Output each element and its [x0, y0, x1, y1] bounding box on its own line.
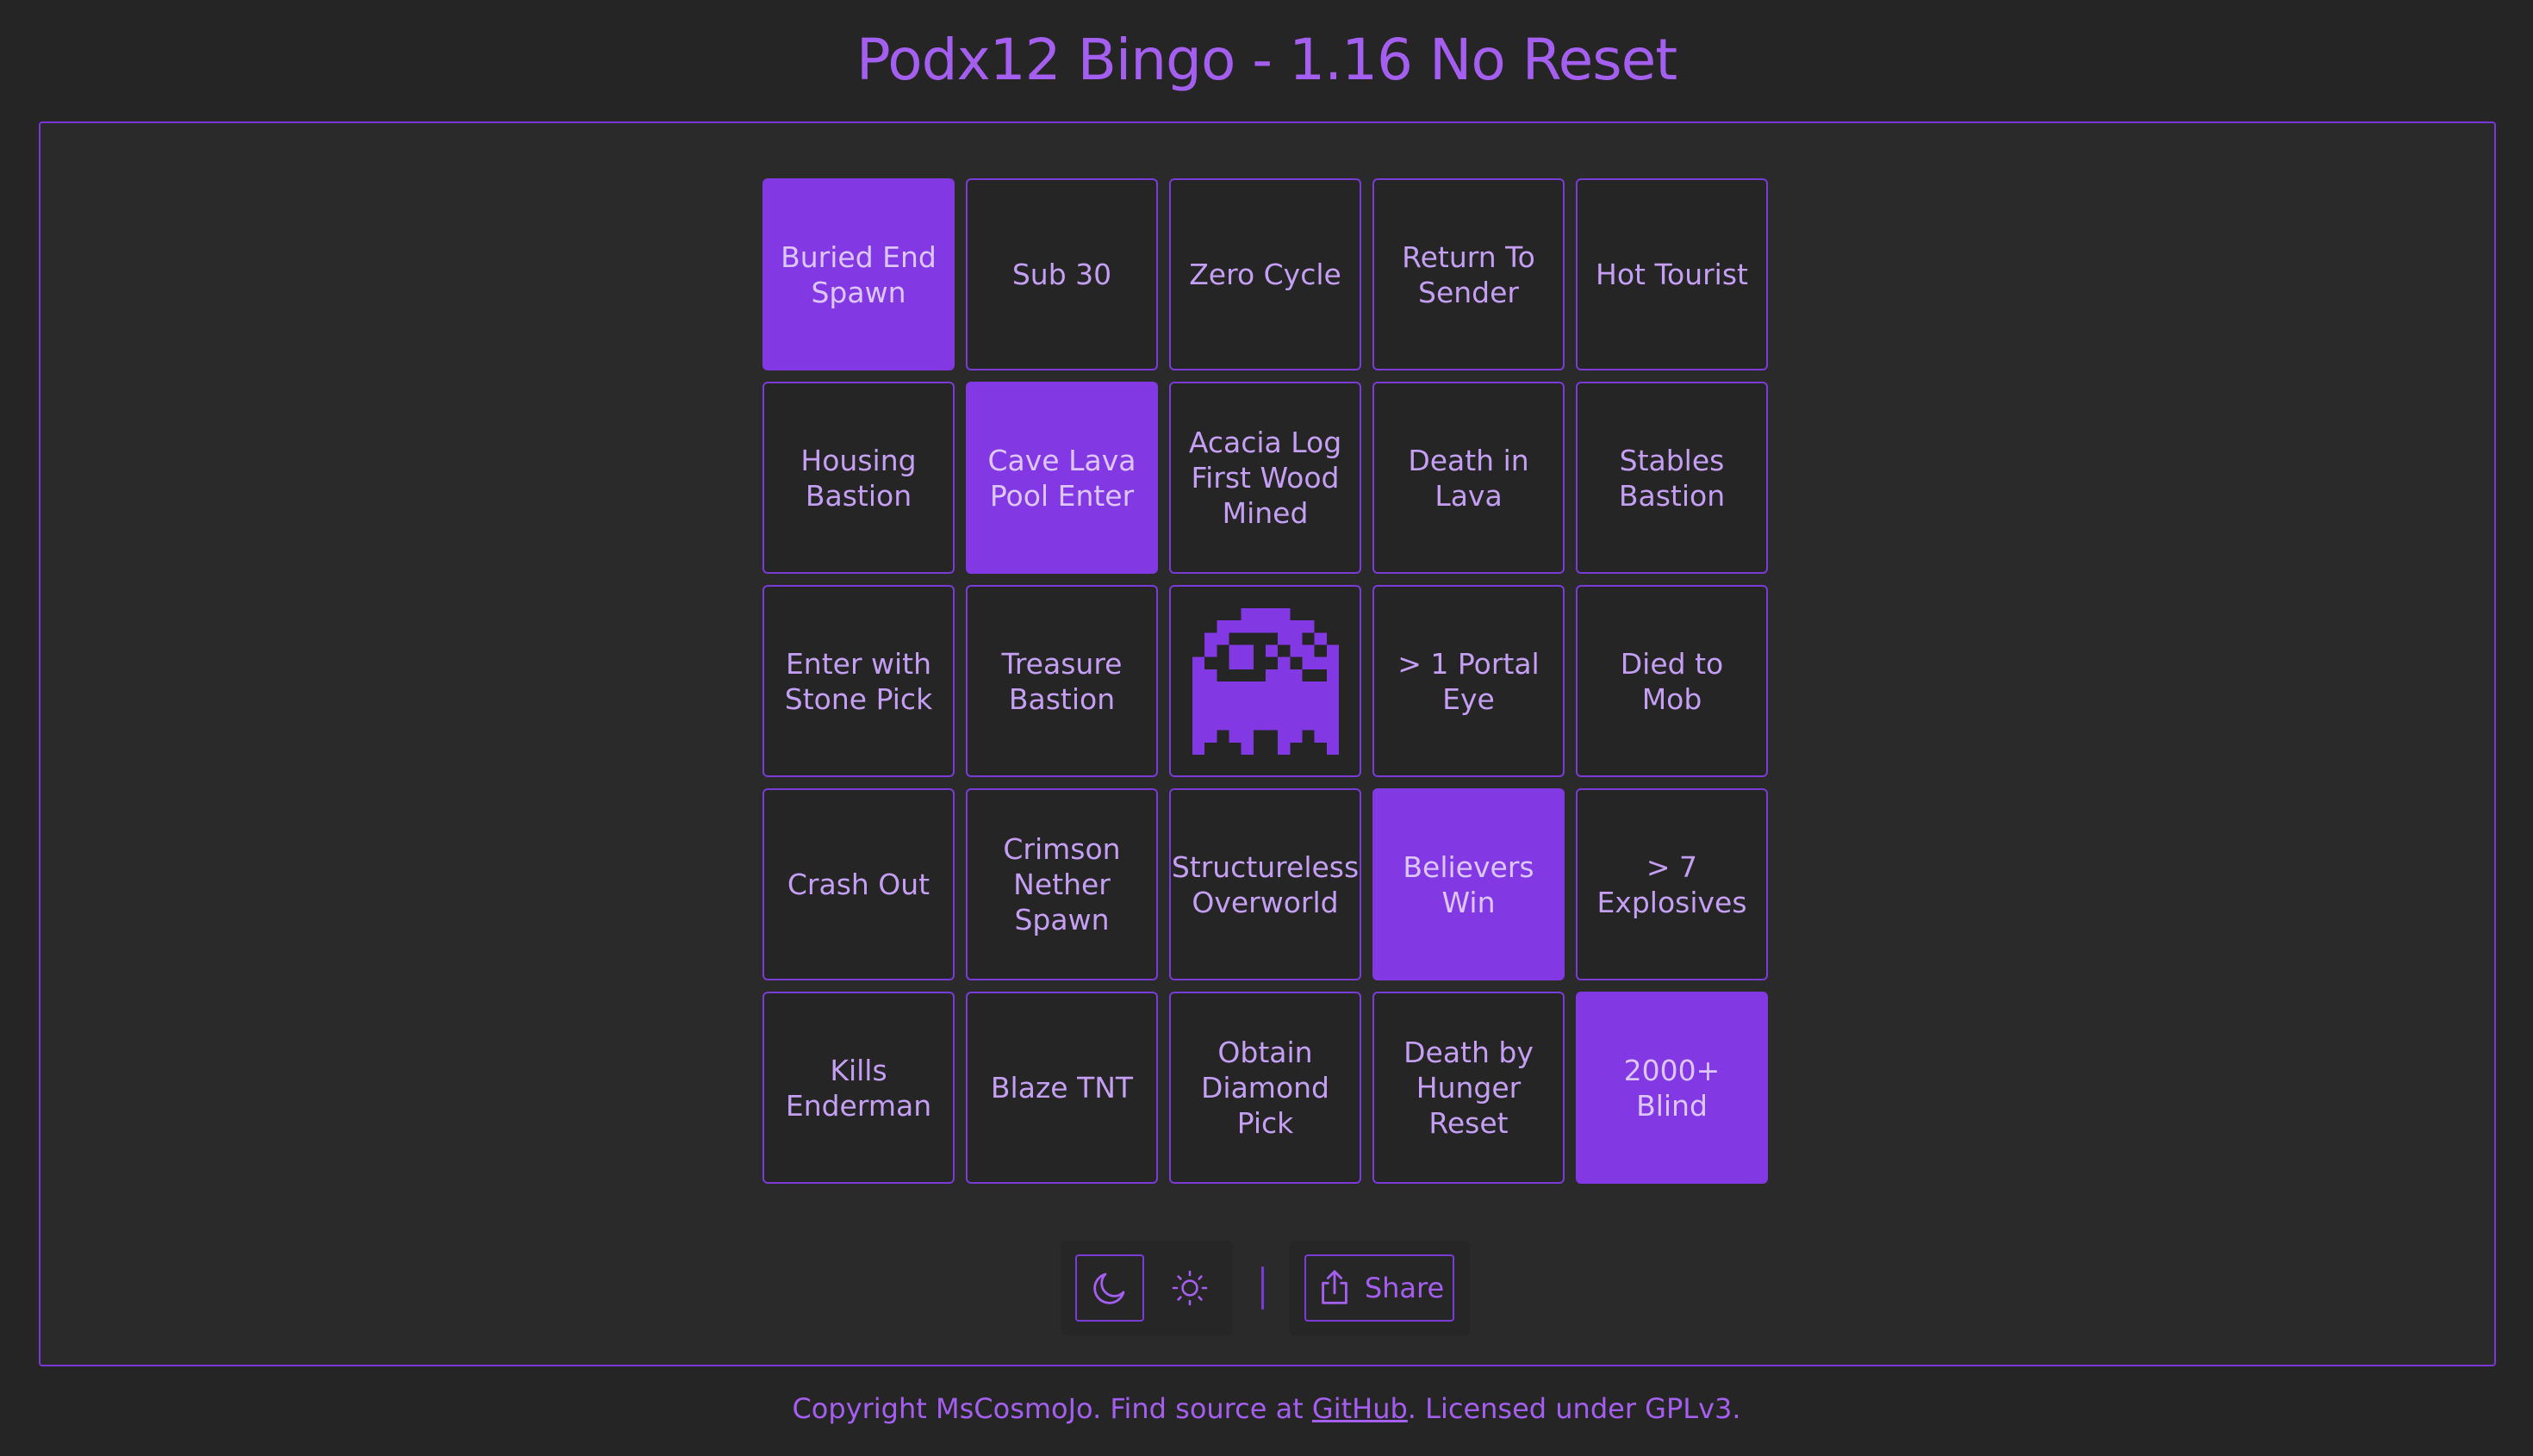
bingo-cell[interactable]: > 7 Explosives	[1576, 788, 1768, 980]
moon-icon	[1089, 1267, 1130, 1309]
bingo-cell-label: Return To Sender	[1402, 240, 1535, 309]
bingo-cell[interactable]: Enter with Stone Pick	[762, 585, 955, 777]
light-theme-button[interactable]	[1155, 1254, 1224, 1322]
bingo-cell[interactable]: Cave Lava Pool Enter	[966, 382, 1158, 574]
bingo-cell-label: Kills Enderman	[785, 1053, 932, 1123]
bingo-cell-label: Crash Out	[787, 868, 930, 901]
bingo-cell-label: Blaze TNT	[990, 1071, 1134, 1104]
bingo-cell-label: Sub 30	[1011, 258, 1112, 291]
bingo-cell-label: Zero Cycle	[1189, 258, 1341, 291]
share-button[interactable]: Share	[1304, 1254, 1454, 1322]
bingo-cell[interactable]: Death by Hunger Reset	[1372, 992, 1565, 1184]
footer-copyright: Copyright MsCosmoJo. Find source at	[792, 1392, 1312, 1425]
bingo-cell[interactable]: Obtain Diamond Pick	[1169, 992, 1361, 1184]
bingo-cell[interactable]: Crash Out	[762, 788, 955, 980]
github-link[interactable]: GitHub	[1312, 1392, 1408, 1425]
bingo-cell[interactable]: Hot Tourist	[1576, 178, 1768, 370]
toolbar-divider	[1261, 1266, 1264, 1310]
bingo-cell[interactable]: Housing Bastion	[762, 382, 955, 574]
page-title: Podx12 Bingo - 1.16 No Reset	[856, 27, 1677, 93]
bingo-cell-label: Treasure Bastion	[1001, 646, 1123, 716]
bingo-cell-label: Obtain Diamond Pick	[1201, 1036, 1329, 1140]
share-label: Share	[1364, 1272, 1445, 1304]
ghost-icon	[1192, 607, 1339, 755]
bingo-cell-label: Crimson Nether Spawn	[1003, 832, 1121, 936]
bingo-cell-label: Death by Hunger Reset	[1403, 1036, 1534, 1140]
bingo-cell[interactable]: > 1 Portal Eye	[1372, 585, 1565, 777]
sun-icon	[1169, 1267, 1210, 1309]
bingo-grid: Buried End Spawn Sub 30 Zero Cycle Return T…	[762, 178, 1768, 1184]
bingo-cell[interactable]: Zero Cycle	[1169, 178, 1361, 370]
dark-theme-button[interactable]	[1075, 1254, 1144, 1322]
bingo-cell-label: Enter with Stone Pick	[784, 646, 933, 716]
bingo-cell-label: Acacia Log First Wood Mined	[1188, 426, 1342, 530]
bingo-cell-label: Believers Win	[1403, 849, 1534, 919]
bingo-cell[interactable]: Sub 30	[966, 178, 1158, 370]
bingo-cell[interactable]: Stables Bastion	[1576, 382, 1768, 574]
bingo-cell[interactable]: Died to Mob	[1576, 585, 1768, 777]
bingo-cell[interactable]: Return To Sender	[1372, 178, 1565, 370]
bingo-cell[interactable]: 2000+ Blind	[1576, 992, 1768, 1184]
bingo-cell[interactable]: Believers Win	[1372, 788, 1565, 980]
bingo-cell[interactable]: Death in Lava	[1372, 382, 1565, 574]
theme-switcher	[1061, 1241, 1233, 1335]
bingo-cell-label: Stables Bastion	[1618, 443, 1726, 513]
bingo-cell[interactable]: Structureless Overworld	[1169, 788, 1361, 980]
share-group: Share	[1289, 1241, 1470, 1335]
bingo-cell-label: Housing Bastion	[800, 443, 917, 513]
bingo-cell-label: Cave Lava Pool Enter	[987, 443, 1136, 513]
bingo-cell[interactable]: Buried End Spawn	[762, 178, 955, 370]
bingo-cell-label: Death in Lava	[1408, 443, 1529, 513]
bingo-cell-label: 2000+ Blind	[1623, 1053, 1721, 1123]
bingo-cell-label: > 7 Explosives	[1596, 849, 1747, 919]
bingo-cell[interactable]: Treasure Bastion	[966, 585, 1158, 777]
bingo-cell[interactable]: Kills Enderman	[762, 992, 955, 1184]
bingo-cell-label: Buried End Spawn	[781, 240, 937, 309]
bingo-cell-label: > 1 Portal Eye	[1397, 646, 1540, 716]
bingo-cell[interactable]: Blaze TNT	[966, 992, 1158, 1184]
bingo-cell-label: Died to Mob	[1620, 646, 1724, 716]
bingo-cell-label: Structureless Overworld	[1171, 849, 1360, 919]
bingo-cell[interactable]: Crimson Nether Spawn	[966, 788, 1158, 980]
bingo-cell-free	[1169, 585, 1361, 777]
share-icon	[1315, 1268, 1354, 1308]
footer: Copyright MsCosmoJo. Find source at GitH…	[0, 1392, 2533, 1425]
footer-license: . Licensed under GPLv3.	[1407, 1392, 1741, 1425]
bingo-cell-label: Hot Tourist	[1596, 258, 1748, 291]
page: Podx12 Bingo - 1.16 No Reset Buried End …	[0, 0, 2533, 1456]
bingo-cell[interactable]: Acacia Log First Wood Mined	[1169, 382, 1361, 574]
